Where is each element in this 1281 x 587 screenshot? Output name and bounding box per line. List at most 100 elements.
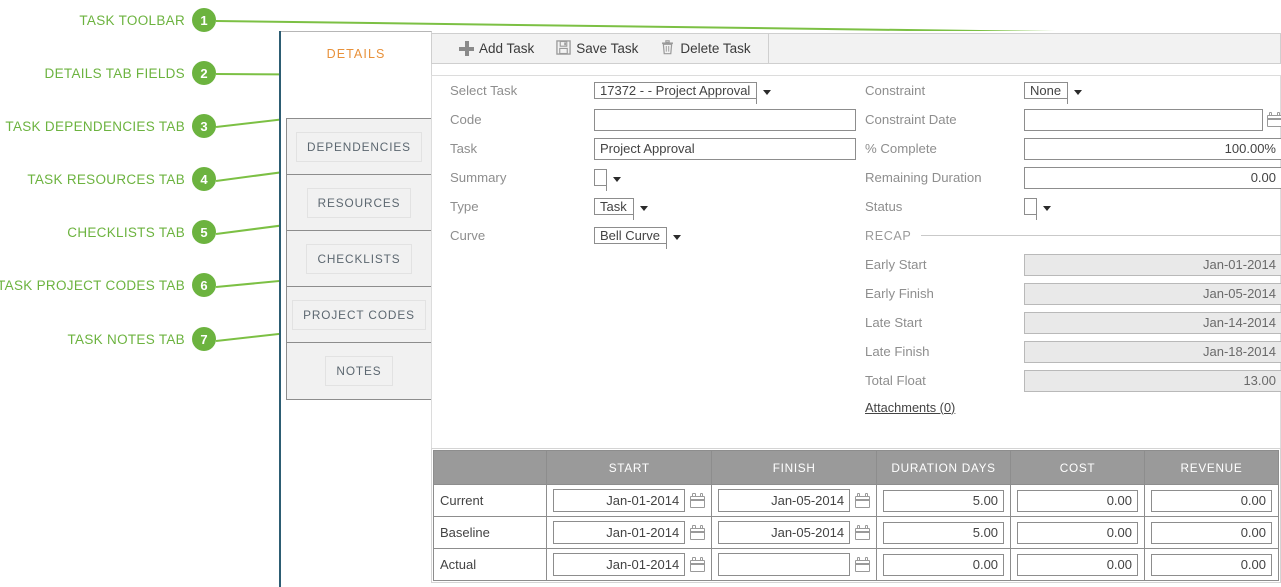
annotation-3: TASK DEPENDENCIES TAB 3 xyxy=(5,114,216,138)
actual-duration-input[interactable]: 0.00 xyxy=(883,554,1004,576)
calendar-icon[interactable] xyxy=(1267,112,1281,127)
chevron-down-icon[interactable] xyxy=(633,198,654,220)
annotation-label-1: TASK TOOLBAR xyxy=(79,13,185,28)
tab-details-label: DETAILS xyxy=(327,47,386,61)
field-status-label: Status xyxy=(856,199,1024,214)
actual-cost-input[interactable]: 0.00 xyxy=(1017,554,1138,576)
summary-dropdown[interactable] xyxy=(594,169,627,186)
current-finish-input[interactable]: Jan-05-2014 xyxy=(718,489,850,512)
sidebar-item-checklists[interactable]: CHECKLISTS xyxy=(287,231,431,287)
current-revenue-input[interactable]: 0.00 xyxy=(1151,490,1272,512)
chevron-down-icon[interactable] xyxy=(1067,82,1088,104)
grid-cell-actual-finish xyxy=(712,549,877,581)
field-early-start: Early Start Jan-01-2014 xyxy=(856,250,1281,279)
curve-dropdown[interactable]: Bell Curve xyxy=(594,227,687,244)
current-duration-input[interactable]: 5.00 xyxy=(883,490,1004,512)
field-percent-complete: % Complete 100.00% xyxy=(856,134,1281,163)
sidebar-item-project-codes[interactable]: PROJECT CODES xyxy=(287,287,431,343)
annotation-5: CHECKLISTS TAB 5 xyxy=(67,220,216,244)
sidebar-item-resources[interactable]: RESOURCES xyxy=(287,175,431,231)
calendar-icon[interactable] xyxy=(855,493,870,508)
grid-cell-actual-start: Jan-01-2014 xyxy=(547,549,712,581)
field-constraint: Constraint None xyxy=(856,76,1281,105)
baseline-start-input[interactable]: Jan-01-2014 xyxy=(553,521,685,544)
field-select-task: Select Task 17372 - - Project Approval xyxy=(432,76,856,105)
field-percent-complete-label: % Complete xyxy=(856,141,1024,156)
form-column-left: Select Task 17372 - - Project Approval C… xyxy=(432,76,856,250)
recap-divider xyxy=(921,235,1281,236)
early-finish-value: Jan-05-2014 xyxy=(1024,283,1281,305)
code-input[interactable] xyxy=(594,109,856,131)
sidebar-item-notes[interactable]: NOTES xyxy=(287,343,431,399)
field-early-finish: Early Finish Jan-05-2014 xyxy=(856,279,1281,308)
task-input[interactable]: Project Approval xyxy=(594,138,856,160)
chevron-down-icon[interactable] xyxy=(666,227,687,249)
save-task-button[interactable]: Save Task xyxy=(545,34,649,63)
late-finish-value: Jan-18-2014 xyxy=(1024,341,1281,363)
field-curve: Curve Bell Curve xyxy=(432,221,856,250)
field-late-start: Late Start Jan-14-2014 xyxy=(856,308,1281,337)
annotation-number-4: 4 xyxy=(192,167,216,191)
calendar-icon[interactable] xyxy=(690,525,705,540)
tab-resources-label: RESOURCES xyxy=(307,188,412,218)
calendar-icon[interactable] xyxy=(855,557,870,572)
annotation-number-1: 1 xyxy=(192,8,216,32)
remaining-duration-input[interactable]: 0.00 xyxy=(1024,167,1281,189)
actual-finish-input[interactable] xyxy=(718,553,850,576)
grid-cell-current-duration: 5.00 xyxy=(877,485,1011,517)
annotation-number-2: 2 xyxy=(192,61,216,85)
task-dates-grid: START FINISH DURATION DAYS COST REVENUE … xyxy=(431,448,1281,583)
actual-start-input[interactable]: Jan-01-2014 xyxy=(553,553,685,576)
annotation-number-3: 3 xyxy=(192,114,216,138)
field-status: Status xyxy=(856,192,1281,221)
field-total-float-label: Total Float xyxy=(856,373,1024,388)
grid-cell-actual-cost: 0.00 xyxy=(1011,549,1145,581)
calendar-icon[interactable] xyxy=(855,525,870,540)
actual-revenue-input[interactable]: 0.00 xyxy=(1151,554,1272,576)
plus-icon xyxy=(459,41,474,56)
sidebar-item-dependencies[interactable]: DEPENDENCIES xyxy=(287,119,431,175)
baseline-finish-input[interactable]: Jan-05-2014 xyxy=(718,521,850,544)
calendar-icon[interactable] xyxy=(690,557,705,572)
field-late-finish: Late Finish Jan-18-2014 xyxy=(856,337,1281,366)
task-details-panel: DETAILS DEPENDENCIES RESOURCES CHECKLIST… xyxy=(279,31,1281,587)
delete-task-button[interactable]: Delete Task xyxy=(649,34,761,63)
field-early-start-label: Early Start xyxy=(856,257,1024,272)
annotation-label-6: TASK PROJECT CODES TAB xyxy=(0,278,185,293)
constraint-dropdown[interactable]: None xyxy=(1024,82,1088,99)
field-task: Task Project Approval xyxy=(432,134,856,163)
select-task-dropdown[interactable]: 17372 - - Project Approval xyxy=(594,82,777,99)
field-summary: Summary xyxy=(432,163,856,192)
baseline-revenue-input[interactable]: 0.00 xyxy=(1151,522,1272,544)
field-type: Type Task xyxy=(432,192,856,221)
current-cost-input[interactable]: 0.00 xyxy=(1017,490,1138,512)
field-early-finish-label: Early Finish xyxy=(856,286,1024,301)
calendar-icon[interactable] xyxy=(690,493,705,508)
status-dropdown[interactable] xyxy=(1024,198,1057,215)
type-dropdown[interactable]: Task xyxy=(594,198,654,215)
delete-task-label: Delete Task xyxy=(680,41,750,56)
current-start-input[interactable]: Jan-01-2014 xyxy=(553,489,685,512)
chevron-down-icon[interactable] xyxy=(756,82,777,104)
grid-row-label-baseline: Baseline xyxy=(434,517,547,549)
field-remaining-duration-label: Remaining Duration xyxy=(856,170,1024,185)
percent-complete-input[interactable]: 100.00% xyxy=(1024,138,1281,160)
annotation-number-5: 5 xyxy=(192,220,216,244)
recap-title: RECAP xyxy=(865,229,911,243)
baseline-cost-input[interactable]: 0.00 xyxy=(1017,522,1138,544)
grid-cell-baseline-start: Jan-01-2014 xyxy=(547,517,712,549)
annotation-number-7: 7 xyxy=(192,327,216,351)
field-late-finish-label: Late Finish xyxy=(856,344,1024,359)
annotation-label-7: TASK NOTES TAB xyxy=(68,332,185,347)
chevron-down-icon[interactable] xyxy=(1036,198,1057,220)
constraint-date-input[interactable] xyxy=(1024,109,1263,131)
grid-header-duration-days: DURATION DAYS xyxy=(877,451,1011,485)
field-remaining-duration: Remaining Duration 0.00 xyxy=(856,163,1281,192)
chevron-down-icon[interactable] xyxy=(606,169,627,191)
late-start-value: Jan-14-2014 xyxy=(1024,312,1281,334)
add-task-button[interactable]: Add Task xyxy=(448,34,545,63)
baseline-duration-input[interactable]: 5.00 xyxy=(883,522,1004,544)
attachments-link[interactable]: Attachments (0) xyxy=(865,400,955,415)
floppy-disk-icon xyxy=(556,40,571,58)
tab-details[interactable]: DETAILS xyxy=(281,31,432,75)
